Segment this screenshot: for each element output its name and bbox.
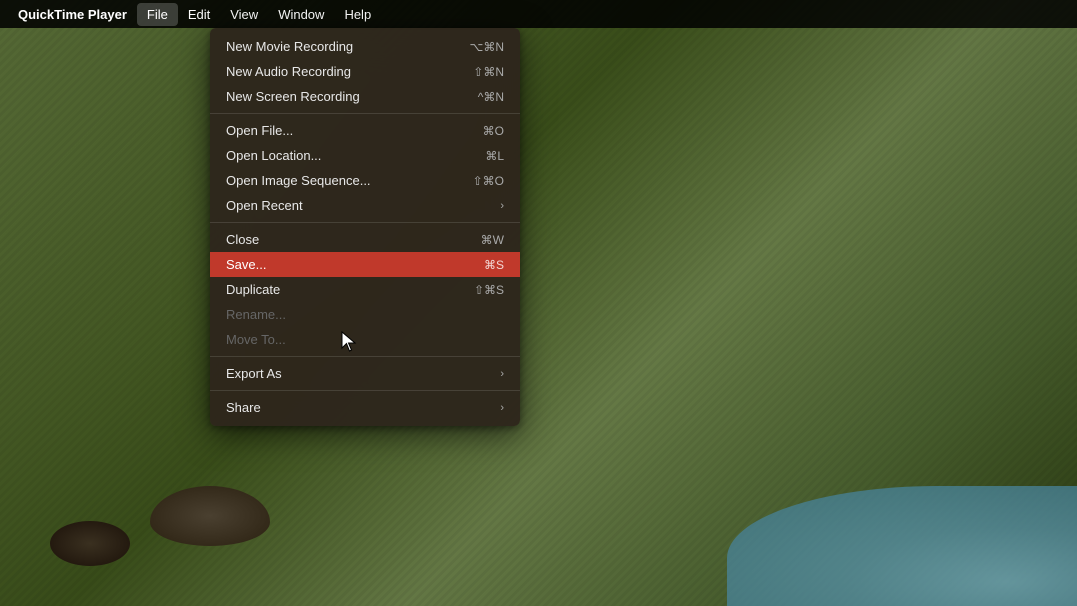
menu-item-close-label: Close <box>226 232 461 247</box>
separator-3 <box>210 356 520 357</box>
menubar: QuickTime Player File Edit View Window H… <box>0 0 1077 28</box>
menubar-app-name[interactable]: QuickTime Player <box>8 3 137 26</box>
menubar-window[interactable]: Window <box>268 3 334 26</box>
menu-item-open-recent-label: Open Recent <box>226 198 500 213</box>
rock-2 <box>50 521 130 566</box>
menu-item-share-label: Share <box>226 400 500 415</box>
menu-item-save[interactable]: Save... ⌘S <box>210 252 520 277</box>
menu-item-close-shortcut: ⌘W <box>481 233 504 247</box>
menu-item-open-image-seq-shortcut: ⇧⌘O <box>473 174 504 188</box>
menu-item-new-screen-label: New Screen Recording <box>226 89 458 104</box>
menu-item-duplicate-label: Duplicate <box>226 282 454 297</box>
menu-item-open-location-shortcut: ⌘L <box>485 149 504 163</box>
background <box>0 0 1077 606</box>
menu-item-export-as-label: Export As <box>226 366 500 381</box>
menu-item-open-file-label: Open File... <box>226 123 463 138</box>
menu-item-open-file-shortcut: ⌘O <box>483 124 504 138</box>
menubar-view[interactable]: View <box>220 3 268 26</box>
separator-1 <box>210 113 520 114</box>
separator-4 <box>210 390 520 391</box>
menu-item-open-recent[interactable]: Open Recent › <box>210 193 520 218</box>
menu-item-save-label: Save... <box>226 257 464 272</box>
export-as-arrow-icon: › <box>500 368 504 380</box>
separator-2 <box>210 222 520 223</box>
menu-item-new-audio[interactable]: New Audio Recording ⇧⌘N <box>210 59 520 84</box>
menu-item-open-image-seq-label: Open Image Sequence... <box>226 173 453 188</box>
menu-item-open-file[interactable]: Open File... ⌘O <box>210 118 520 143</box>
menu-item-rename: Rename... <box>210 302 520 327</box>
menu-item-open-image-seq[interactable]: Open Image Sequence... ⇧⌘O <box>210 168 520 193</box>
menu-item-new-movie-label: New Movie Recording <box>226 39 450 54</box>
menu-item-duplicate[interactable]: Duplicate ⇧⌘S <box>210 277 520 302</box>
menu-item-open-location-label: Open Location... <box>226 148 465 163</box>
menu-item-new-audio-label: New Audio Recording <box>226 64 453 79</box>
menu-item-new-movie[interactable]: New Movie Recording ⌥⌘N <box>210 34 520 59</box>
menu-item-open-location[interactable]: Open Location... ⌘L <box>210 143 520 168</box>
menu-item-export-as[interactable]: Export As › <box>210 361 520 386</box>
share-arrow-icon: › <box>500 402 504 414</box>
menu-item-duplicate-shortcut: ⇧⌘S <box>474 283 504 297</box>
menu-item-move-to: Move To... <box>210 327 520 352</box>
menubar-file[interactable]: File <box>137 3 178 26</box>
menu-item-save-shortcut: ⌘S <box>484 258 504 272</box>
menu-item-share[interactable]: Share › <box>210 395 520 420</box>
menu-item-new-screen-shortcut: ^⌘N <box>478 90 504 104</box>
file-menu: New Movie Recording ⌥⌘N New Audio Record… <box>210 28 520 426</box>
menu-item-new-audio-shortcut: ⇧⌘N <box>473 65 504 79</box>
menubar-help[interactable]: Help <box>334 3 381 26</box>
menu-item-new-screen[interactable]: New Screen Recording ^⌘N <box>210 84 520 109</box>
menu-item-close[interactable]: Close ⌘W <box>210 227 520 252</box>
menu-item-move-to-label: Move To... <box>226 332 484 347</box>
menu-item-rename-label: Rename... <box>226 307 484 322</box>
open-recent-arrow-icon: › <box>500 200 504 212</box>
menu-item-new-movie-shortcut: ⌥⌘N <box>470 40 505 54</box>
menubar-edit[interactable]: Edit <box>178 3 220 26</box>
